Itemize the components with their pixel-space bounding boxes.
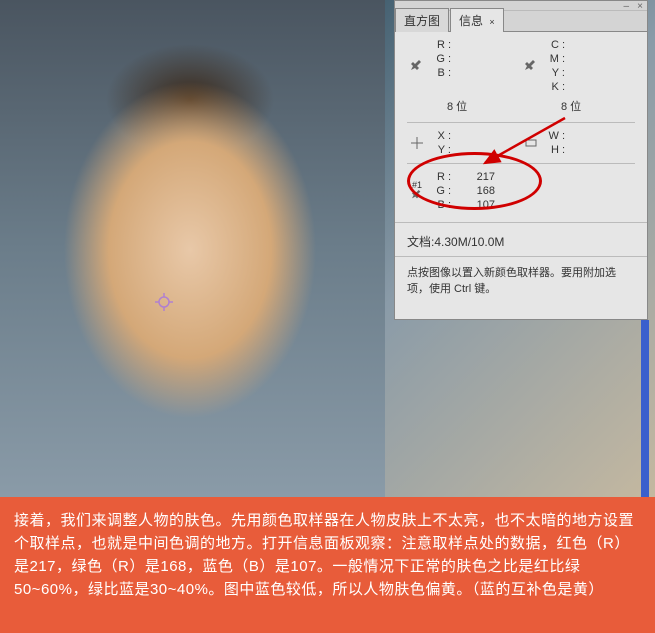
m-label: M : xyxy=(541,52,565,66)
rgb-cmyk-row: R : G : B : C : xyxy=(407,36,635,96)
sampler-row: #1 R : G : B : 217 168 107 xyxy=(407,168,635,214)
bits-left: 8 位 xyxy=(407,98,521,114)
tab-histogram[interactable]: 直方图 xyxy=(395,8,449,32)
y-label: Y : xyxy=(427,143,451,157)
color-sampler-marker xyxy=(155,293,173,311)
w-label: W : xyxy=(541,129,565,143)
info-panel: – × 直方图 信息 × R : G : B xyxy=(394,0,648,320)
sampler-b-value: 107 xyxy=(451,198,495,212)
bits-right: 8 位 xyxy=(521,98,635,114)
h-label: H : xyxy=(541,143,565,157)
tab-label: 信息 xyxy=(459,14,483,28)
divider xyxy=(407,122,635,123)
sampler-icon: #1 xyxy=(407,170,427,212)
crosshair-icon xyxy=(407,129,427,157)
app-window: – × 直方图 信息 × R : G : B xyxy=(0,0,655,633)
g-label: G : xyxy=(427,52,451,66)
eyedropper-icon xyxy=(521,38,541,94)
y-label: Y : xyxy=(541,66,565,80)
hint-text: 点按图像以置入新颜色取样器。要用附加选项，使用 Ctrl 键。 xyxy=(395,257,647,305)
tab-bar: 直方图 信息 × xyxy=(395,11,647,32)
tutorial-caption: 接着，我们来调整人物的肤色。先用颜色取样器在人物皮肤上不太亮，也不太暗的地方设置… xyxy=(0,497,655,633)
sampler-g-label: G : xyxy=(427,184,451,198)
tab-label: 直方图 xyxy=(404,14,440,28)
divider xyxy=(407,163,635,164)
eyedropper-icon xyxy=(407,38,427,94)
sampler-index: #1 xyxy=(412,180,422,190)
minimize-icon[interactable]: – xyxy=(623,1,629,12)
close-icon[interactable]: × xyxy=(637,1,643,12)
tab-info[interactable]: 信息 × xyxy=(450,8,504,32)
sampler-g-value: 168 xyxy=(451,184,495,198)
k-label: K : xyxy=(541,80,565,94)
r-label: R : xyxy=(427,38,451,52)
panel-body: R : G : B : C : xyxy=(395,32,647,218)
doc-size-row: 文档:4.30M/10.0M xyxy=(395,227,647,256)
tab-close-icon[interactable]: × xyxy=(489,17,494,27)
doc-label: 文档: xyxy=(407,235,434,249)
sampler-b-label: B : xyxy=(427,198,451,212)
c-label: C : xyxy=(541,38,565,52)
bits-row: 8 位 8 位 xyxy=(407,96,635,118)
sampler-r-label: R : xyxy=(427,170,451,184)
x-label: X : xyxy=(427,129,451,143)
b-label: B : xyxy=(427,66,451,80)
divider xyxy=(395,222,647,223)
blue-divider xyxy=(641,320,649,497)
xy-wh-row: X : Y : W : H : xyxy=(407,127,635,159)
doc-value: 4.30M/10.0M xyxy=(434,235,504,249)
hint-section: 点按图像以置入新颜色取样器。要用附加选项，使用 Ctrl 键。 xyxy=(395,256,647,305)
sampler-r-value: 217 xyxy=(451,170,495,184)
dimension-icon xyxy=(521,129,541,157)
